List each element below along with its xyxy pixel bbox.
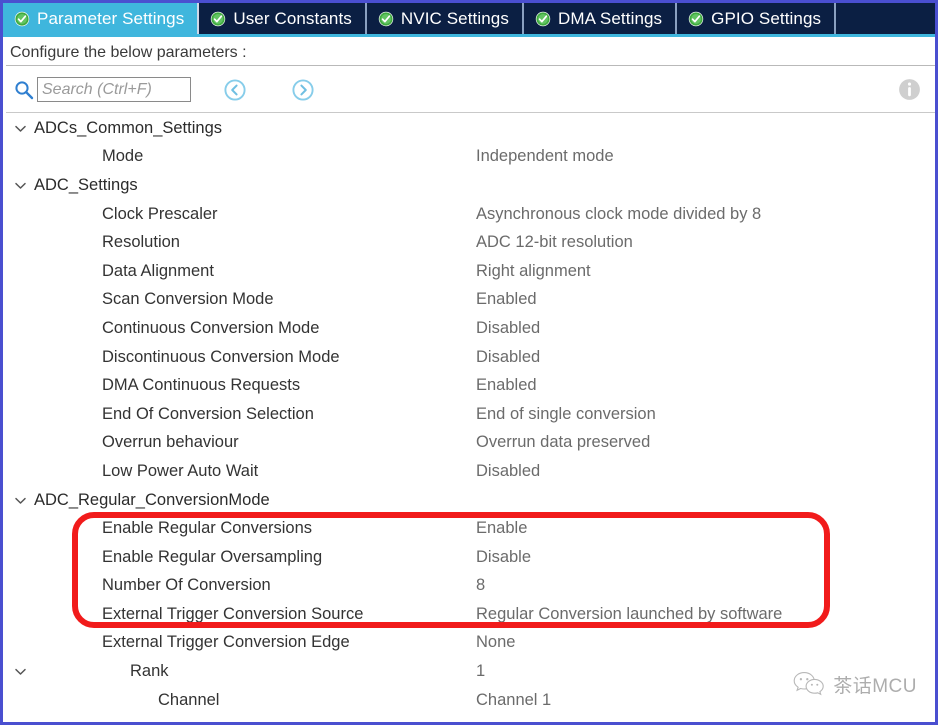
tree-row-value[interactable]: Right alignment: [476, 262, 591, 281]
tree-row-label: Low Power Auto Wait: [102, 461, 259, 480]
tree-row[interactable]: Overrun behaviour Overrun data preserved: [6, 429, 935, 458]
tree-row-label: Data Alignment: [102, 261, 214, 280]
tree-row-value[interactable]: 8: [476, 576, 485, 595]
tree-row[interactable]: Discontinuous Conversion Mode Disabled: [6, 343, 935, 372]
tree-row[interactable]: Data Alignment Right alignment: [6, 257, 935, 286]
tree-row-value[interactable]: ADC 12-bit resolution: [476, 233, 633, 252]
chevron-down-icon[interactable]: [13, 493, 28, 508]
tree-row-value[interactable]: Disabled: [476, 319, 540, 338]
tree-row[interactable]: ADC_Settings: [6, 171, 935, 200]
tree-row[interactable]: Number Of Conversion 8: [6, 572, 935, 601]
tab-dma-settings[interactable]: DMA Settings: [523, 3, 678, 34]
search-input[interactable]: [38, 78, 190, 101]
tree-row-label: Continuous Conversion Mode: [102, 318, 320, 337]
tree-row-label: Rank: [130, 662, 169, 681]
wechat-logo: [793, 672, 824, 696]
tree-row[interactable]: External Trigger Conversion Edge None: [6, 629, 935, 658]
tree-row[interactable]: Continuous Conversion Mode Disabled: [6, 314, 935, 343]
tab-user-constants[interactable]: User Constants: [199, 3, 367, 34]
chevron-down-icon[interactable]: [13, 178, 28, 193]
tree-row[interactable]: ADCs_Common_Settings: [6, 114, 935, 143]
tab-label: GPIO Settings: [711, 8, 822, 28]
chevron-cell: [6, 664, 34, 679]
tree-row-value[interactable]: Regular Conversion launched by software: [476, 605, 782, 624]
tree-row-label: Clock Prescaler: [102, 204, 218, 223]
tab-bar: Parameter Settings User Constants NVIC S…: [3, 3, 935, 37]
tree-row-label: External Trigger Conversion Edge: [102, 633, 350, 652]
search-input-wrapper[interactable]: [37, 77, 191, 102]
search-previous-button[interactable]: [223, 78, 247, 102]
tree-row[interactable]: External Trigger Conversion Source Regula…: [6, 600, 935, 629]
tree-row-label: Enable Regular Oversampling: [102, 547, 323, 566]
tree-row-label: Scan Conversion Mode: [102, 290, 274, 309]
tab-label: Parameter Settings: [37, 8, 185, 28]
tree-row-label: ADC_Regular_ConversionMode: [34, 490, 270, 509]
search-toolbar: [6, 67, 935, 113]
chevron-cell: [6, 493, 34, 508]
chevron-cell: [6, 121, 34, 136]
tree-row-label: Resolution: [102, 233, 180, 252]
watermark-text: 茶话MCU: [833, 675, 917, 697]
tree-row[interactable]: DMA Continuous Requests Enabled: [6, 371, 935, 400]
tree-row-value[interactable]: Channel 1: [476, 691, 551, 710]
watermark: 茶话MCU: [792, 670, 917, 698]
check-circle-icon: [14, 11, 30, 26]
info-circle-icon[interactable]: [898, 78, 921, 101]
check-circle-icon: [211, 11, 226, 26]
tab-parameter-settings[interactable]: Parameter Settings: [3, 3, 200, 34]
tree-row[interactable]: Clock Prescaler Asynchronous clock mode d…: [6, 200, 935, 229]
tree-row-value[interactable]: Enabled: [476, 290, 537, 309]
tree-row-value[interactable]: 1: [476, 662, 485, 681]
tree-row-label: Mode: [102, 147, 144, 166]
search-next-button[interactable]: [291, 78, 315, 102]
tree-row-label: DMA Continuous Requests: [102, 376, 301, 395]
subheader: Configure the below parameters :: [6, 40, 935, 66]
parameter-tree: ADCs_Common_Settings Mode Independent mode…: [6, 114, 935, 714]
tree-row-value[interactable]: Enabled: [476, 376, 537, 395]
tree-row-label: ADCs_Common_Settings: [34, 118, 222, 137]
adc-parameter-settings-window: Parameter Settings User Constants NVIC S…: [0, 0, 938, 725]
tree-row-label: Enable Regular Conversions: [102, 519, 313, 538]
tree-row[interactable]: Enable Regular Conversions Enable: [6, 514, 935, 543]
check-circle-icon: [378, 11, 394, 26]
tree-row-label: Overrun behaviour: [102, 433, 239, 452]
tree-row[interactable]: End Of Conversion Selection End of single…: [6, 400, 935, 429]
tree-row[interactable]: Enable Regular Oversampling Disable: [6, 543, 935, 572]
tree-row-label: End Of Conversion Selection: [102, 404, 314, 423]
check-circle-icon: [535, 11, 551, 26]
tree-row-value[interactable]: Disable: [476, 548, 531, 567]
tree-row[interactable]: ADC_Regular_ConversionMode: [6, 486, 935, 515]
tab-gpio-settings[interactable]: GPIO Settings: [677, 3, 837, 34]
tree-row-label: Channel: [158, 690, 220, 709]
tab-nvic-settings[interactable]: NVIC Settings: [366, 3, 524, 34]
tree-row-label: Discontinuous Conversion Mode: [102, 347, 340, 366]
tree-row-value[interactable]: Disabled: [476, 462, 540, 481]
tree-row-label: External Trigger Conversion Source: [102, 604, 364, 623]
tree-row[interactable]: Mode Independent mode: [6, 143, 935, 172]
tree-row-value[interactable]: Independent mode: [476, 147, 614, 166]
search-icon[interactable]: [13, 79, 35, 101]
check-circle-icon: [688, 11, 704, 26]
configure-instruction-text: Configure the below parameters :: [10, 43, 247, 61]
tree-row-value[interactable]: Asynchronous clock mode divided by 8: [476, 205, 761, 224]
tree-row-label: Number Of Conversion: [102, 576, 271, 595]
tab-label: DMA Settings: [557, 8, 663, 28]
tree-row-value[interactable]: End of single conversion: [476, 405, 656, 424]
chevron-down-icon[interactable]: [13, 121, 28, 136]
tree-row[interactable]: Scan Conversion Mode Enabled: [6, 286, 935, 315]
tab-label: User Constants: [233, 8, 352, 28]
tree-row[interactable]: Resolution ADC 12-bit resolution: [6, 228, 935, 257]
tab-label: NVIC Settings: [400, 8, 509, 28]
tree-row-value[interactable]: Overrun data preserved: [476, 433, 650, 452]
tree-row-value[interactable]: None: [476, 633, 515, 652]
tree-row-value[interactable]: Disabled: [476, 348, 540, 367]
chevron-down-icon[interactable]: [13, 664, 28, 679]
chevron-cell: [6, 178, 34, 193]
tree-row-label: ADC_Settings: [34, 175, 138, 194]
tree-row[interactable]: Low Power Auto Wait Disabled: [6, 457, 935, 486]
tree-row-value[interactable]: Enable: [476, 519, 527, 538]
